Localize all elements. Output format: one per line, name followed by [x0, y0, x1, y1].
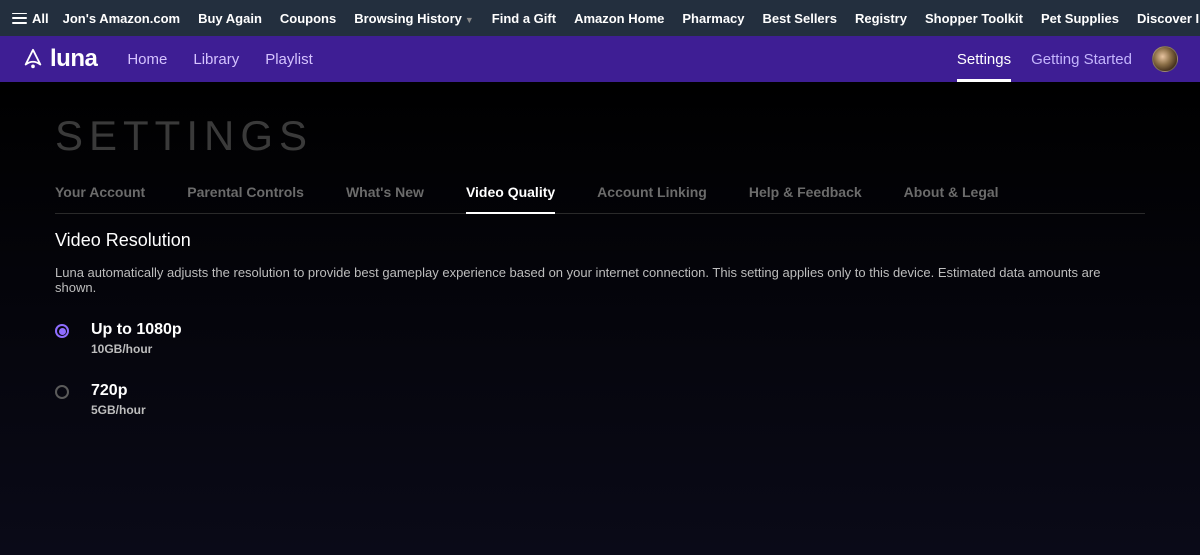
topnav-link-0[interactable]: Jon's Amazon.com: [63, 11, 180, 26]
all-menu-button[interactable]: All: [12, 11, 49, 26]
topnav-link-5[interactable]: Amazon Home: [574, 11, 664, 26]
topnav-link-7[interactable]: Best Sellers: [763, 11, 837, 26]
radio-icon: [55, 385, 69, 399]
tab-whats-new[interactable]: What's New: [346, 184, 424, 213]
option-subtitle: 10GB/hour: [91, 342, 182, 356]
tab-about-legal[interactable]: About & Legal: [904, 184, 999, 213]
amazon-top-nav: All Jon's Amazon.com Buy Again Coupons B…: [0, 0, 1200, 36]
option-title: Up to 1080p: [91, 321, 182, 339]
topnav-link-6[interactable]: Pharmacy: [682, 11, 744, 26]
settings-tabs: Your Account Parental Controls What's Ne…: [55, 184, 1145, 214]
topnav-link-10[interactable]: Pet Supplies: [1041, 11, 1119, 26]
luna-brand-text: luna: [50, 45, 97, 73]
resolution-option-1080p[interactable]: Up to 1080p 10GB/hour: [55, 321, 1145, 356]
luna-link-settings[interactable]: Settings: [957, 51, 1011, 82]
page-title: SETTINGS: [55, 112, 1145, 160]
topnav-link-9[interactable]: Shopper Toolkit: [925, 11, 1023, 26]
tab-your-account[interactable]: Your Account: [55, 184, 145, 213]
section-title: Video Resolution: [55, 230, 1145, 251]
topnav-link-1[interactable]: Buy Again: [198, 11, 262, 26]
luna-nav: luna Home Library Playlist Settings Gett…: [0, 36, 1200, 82]
settings-content: SETTINGS Your Account Parental Controls …: [0, 82, 1200, 555]
all-label: All: [32, 11, 49, 26]
option-title: 720p: [91, 382, 146, 400]
luna-link-home[interactable]: Home: [127, 51, 167, 68]
luna-logo-icon: [22, 48, 44, 70]
topnav-link-2[interactable]: Coupons: [280, 11, 336, 26]
avatar[interactable]: [1152, 46, 1178, 72]
luna-logo[interactable]: luna: [22, 45, 97, 73]
luna-link-playlist[interactable]: Playlist: [265, 51, 313, 68]
topnav-link-4[interactable]: Find a Gift: [492, 11, 556, 26]
radio-icon: [55, 324, 69, 338]
tab-video-quality[interactable]: Video Quality: [466, 184, 555, 214]
promo-link[interactable]: Discover Indie Beauty: [1137, 11, 1200, 26]
tab-parental-controls[interactable]: Parental Controls: [187, 184, 304, 213]
hamburger-icon: [12, 13, 27, 24]
tab-help-feedback[interactable]: Help & Feedback: [749, 184, 862, 213]
chevron-down-icon: ▼: [465, 15, 474, 25]
resolution-option-720p[interactable]: 720p 5GB/hour: [55, 382, 1145, 417]
luna-link-getting-started[interactable]: Getting Started: [1031, 51, 1132, 68]
option-subtitle: 5GB/hour: [91, 403, 146, 417]
luna-link-library[interactable]: Library: [193, 51, 239, 68]
tab-account-linking[interactable]: Account Linking: [597, 184, 707, 213]
topnav-link-3[interactable]: Browsing History▼: [354, 11, 474, 26]
topnav-link-8[interactable]: Registry: [855, 11, 907, 26]
section-description: Luna automatically adjusts the resolutio…: [55, 265, 1145, 295]
